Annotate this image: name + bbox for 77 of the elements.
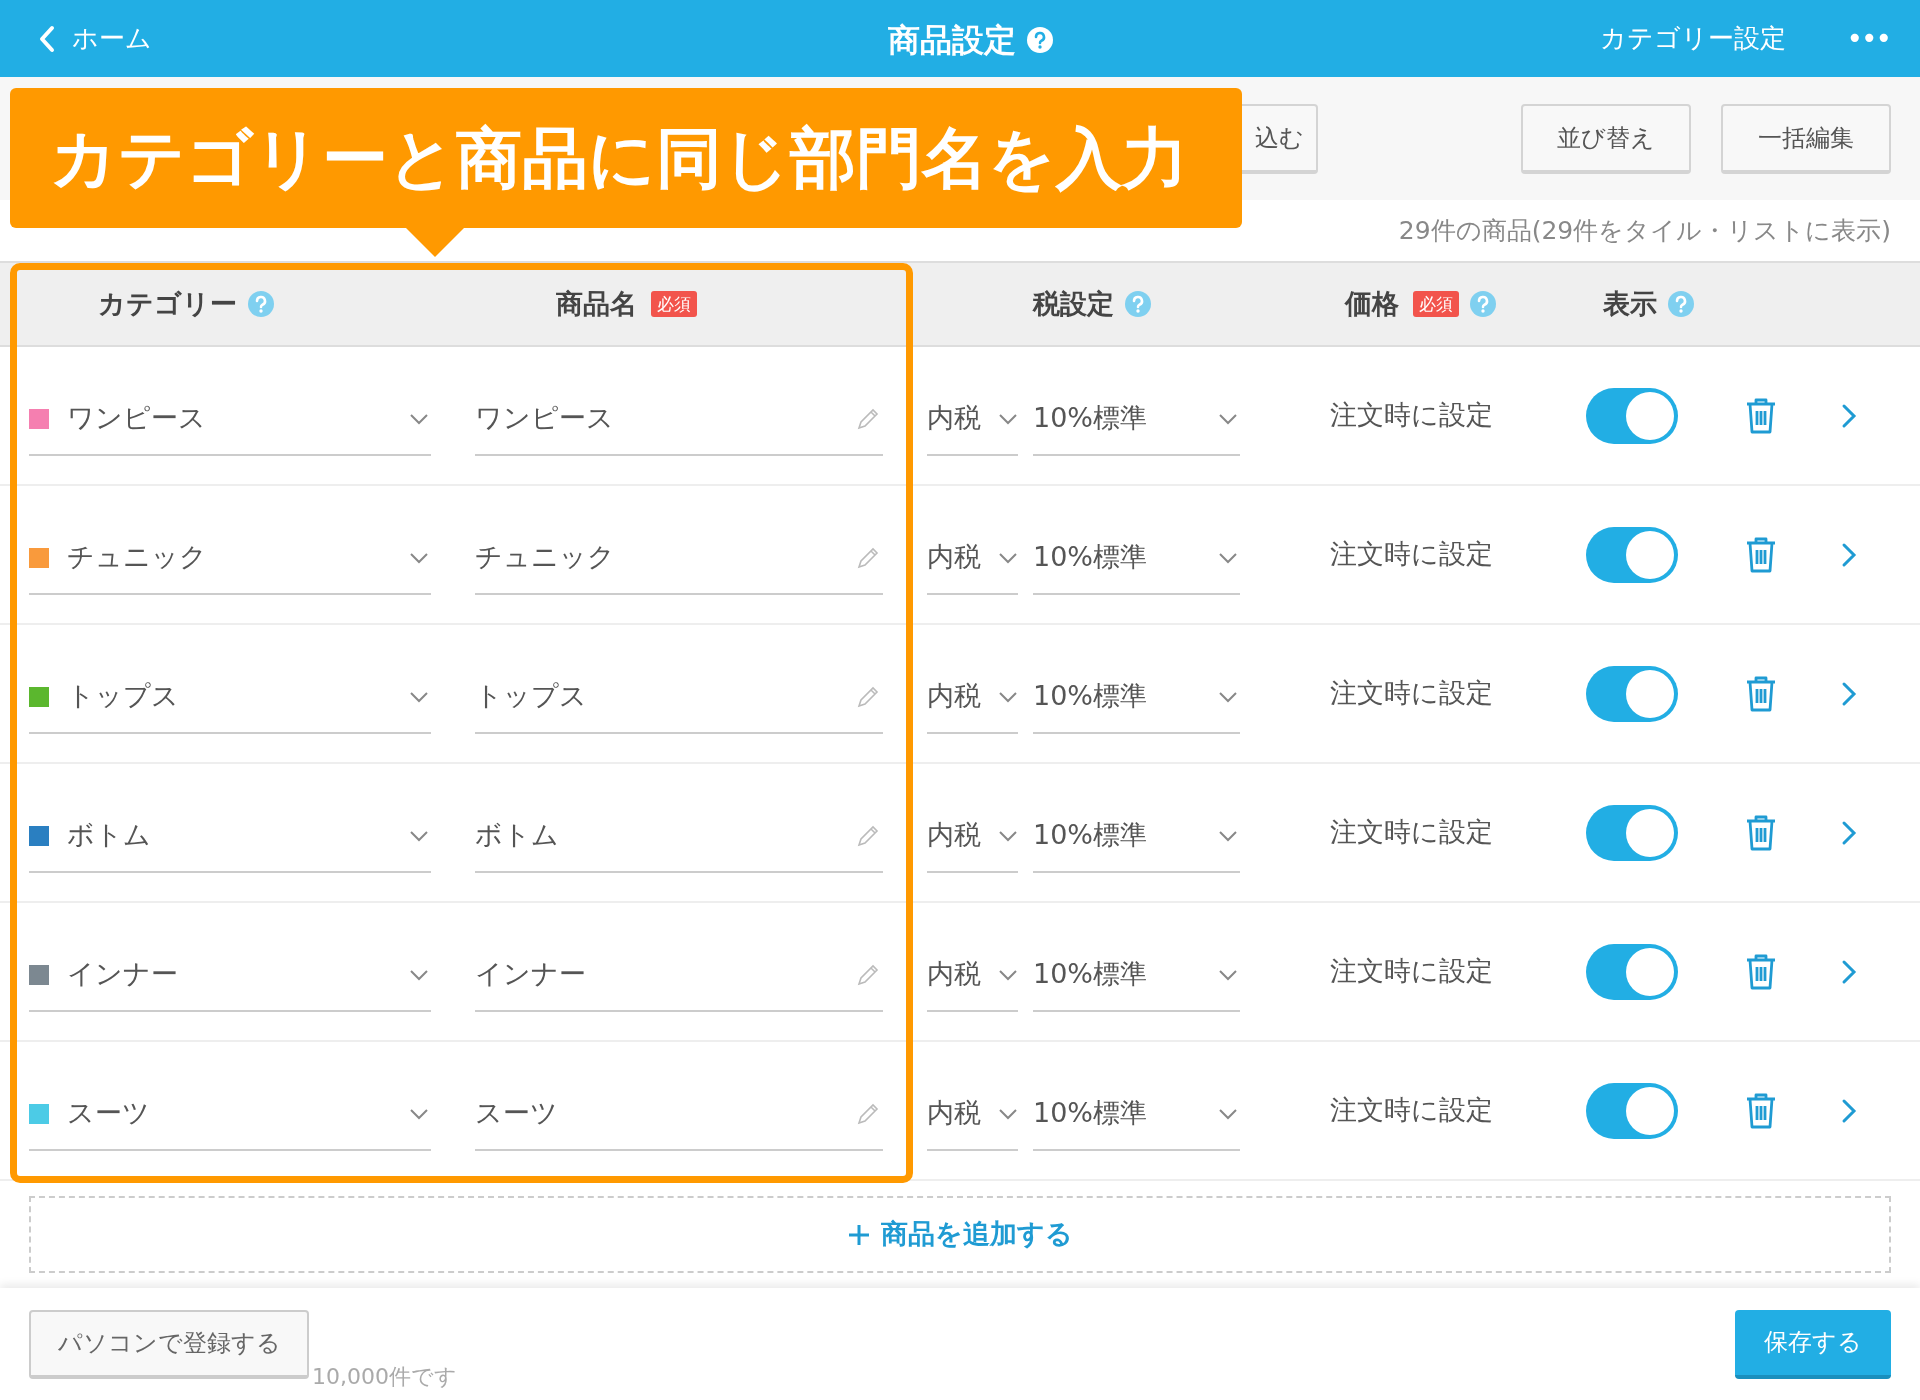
chevron-right-icon[interactable] [1841, 680, 1857, 707]
column-header: 税設定 [1033, 286, 1114, 321]
price-text: 注文時に設定 [1330, 1093, 1494, 1128]
chevron-down-icon [1218, 690, 1238, 703]
trash-icon[interactable] [1745, 952, 1777, 991]
column-header: 表示 [1603, 286, 1657, 321]
chevron-down-icon [1218, 551, 1238, 564]
tax-select[interactable]: 内税 [927, 661, 1018, 734]
chevron-left-icon [38, 24, 56, 53]
chevron-down-icon [1218, 1107, 1238, 1120]
category-select[interactable]: トップス [29, 661, 431, 734]
chevron-down-icon [998, 690, 1018, 703]
chevron-down-icon [409, 829, 429, 842]
register-on-pc-button[interactable]: パソコンで登録する [29, 1309, 309, 1379]
chevron-down-icon [409, 412, 429, 425]
sort-button[interactable]: 並び替え [1521, 103, 1691, 174]
page-title: 商品設定 [888, 20, 1016, 61]
import-button[interactable]: 込む [1242, 103, 1318, 174]
tax-rate-select[interactable]: 10%標準 [1033, 383, 1240, 456]
tax-rate-select[interactable]: 10%標準 [1033, 800, 1240, 873]
column-header: カテゴリー [98, 286, 237, 321]
chevron-down-icon [1218, 968, 1238, 981]
trash-icon[interactable] [1745, 1091, 1777, 1130]
product-name-field[interactable]: インナー [475, 939, 883, 1012]
price-text: 注文時に設定 [1330, 954, 1494, 989]
chevron-right-icon[interactable] [1841, 402, 1857, 429]
chevron-down-icon [409, 690, 429, 703]
callout-text: カテゴリーと商品に同じ部門名を入力 [50, 118, 1188, 199]
chevron-right-icon[interactable] [1841, 1097, 1857, 1124]
chevron-down-icon [1218, 412, 1238, 425]
price-text: 注文時に設定 [1330, 537, 1494, 572]
tax-select[interactable]: 内税 [927, 1078, 1018, 1151]
bulk-edit-button[interactable]: 一括編集 [1721, 103, 1891, 174]
tax-select[interactable]: 内税 [927, 383, 1018, 456]
tax-rate-select[interactable]: 10%標準 [1033, 522, 1240, 595]
tax-rate-select[interactable]: 10%標準 [1033, 1078, 1240, 1151]
product-name-field[interactable]: トップス [475, 661, 883, 734]
chevron-down-icon [998, 412, 1018, 425]
product-name-field[interactable]: スーツ [475, 1078, 883, 1151]
tax-rate-select[interactable]: 10%標準 [1033, 939, 1240, 1012]
required-badge: 必須 [651, 291, 697, 317]
chevron-down-icon [998, 968, 1018, 981]
category-select[interactable]: スーツ [29, 1078, 431, 1151]
product-name-field[interactable]: チュニック [475, 522, 883, 595]
trash-icon[interactable] [1745, 674, 1777, 713]
chevron-right-icon[interactable] [1841, 819, 1857, 846]
price-text: 注文時に設定 [1330, 676, 1494, 711]
category-select[interactable]: ワンピース [29, 383, 431, 456]
plus-icon [847, 1222, 871, 1247]
column-header: 価格 [1345, 286, 1399, 321]
chevron-down-icon [998, 551, 1018, 564]
trash-icon[interactable] [1745, 396, 1777, 435]
limit-note: 10,000件です [312, 1363, 457, 1391]
trash-icon[interactable] [1745, 535, 1777, 574]
product-name-field[interactable]: ワンピース [475, 383, 883, 456]
category-select[interactable]: チュニック [29, 522, 431, 595]
chevron-down-icon [409, 551, 429, 564]
tax-select[interactable]: 内税 [927, 800, 1018, 873]
chevron-down-icon [998, 829, 1018, 842]
chevron-right-icon[interactable] [1841, 958, 1857, 985]
chevron-down-icon [1218, 829, 1238, 842]
trash-icon[interactable] [1745, 813, 1777, 852]
product-name-field[interactable]: ボトム [475, 800, 883, 873]
chevron-down-icon [998, 1107, 1018, 1120]
product-count: 29件の商品(29件をタイル・リストに表示) [1398, 214, 1891, 247]
tax-select[interactable]: 内税 [927, 522, 1018, 595]
category-select[interactable]: ボトム [29, 800, 431, 873]
chevron-right-icon[interactable] [1841, 541, 1857, 568]
tax-select[interactable]: 内税 [927, 939, 1018, 1012]
category-select[interactable]: インナー [29, 939, 431, 1012]
price-text: 注文時に設定 [1330, 815, 1494, 850]
price-text: 注文時に設定 [1330, 398, 1494, 433]
column-header: 商品名 [556, 286, 637, 321]
chevron-down-icon [409, 1107, 429, 1120]
chevron-down-icon [409, 968, 429, 981]
tax-rate-select[interactable]: 10%標準 [1033, 661, 1240, 734]
required-badge: 必須 [1413, 291, 1459, 317]
